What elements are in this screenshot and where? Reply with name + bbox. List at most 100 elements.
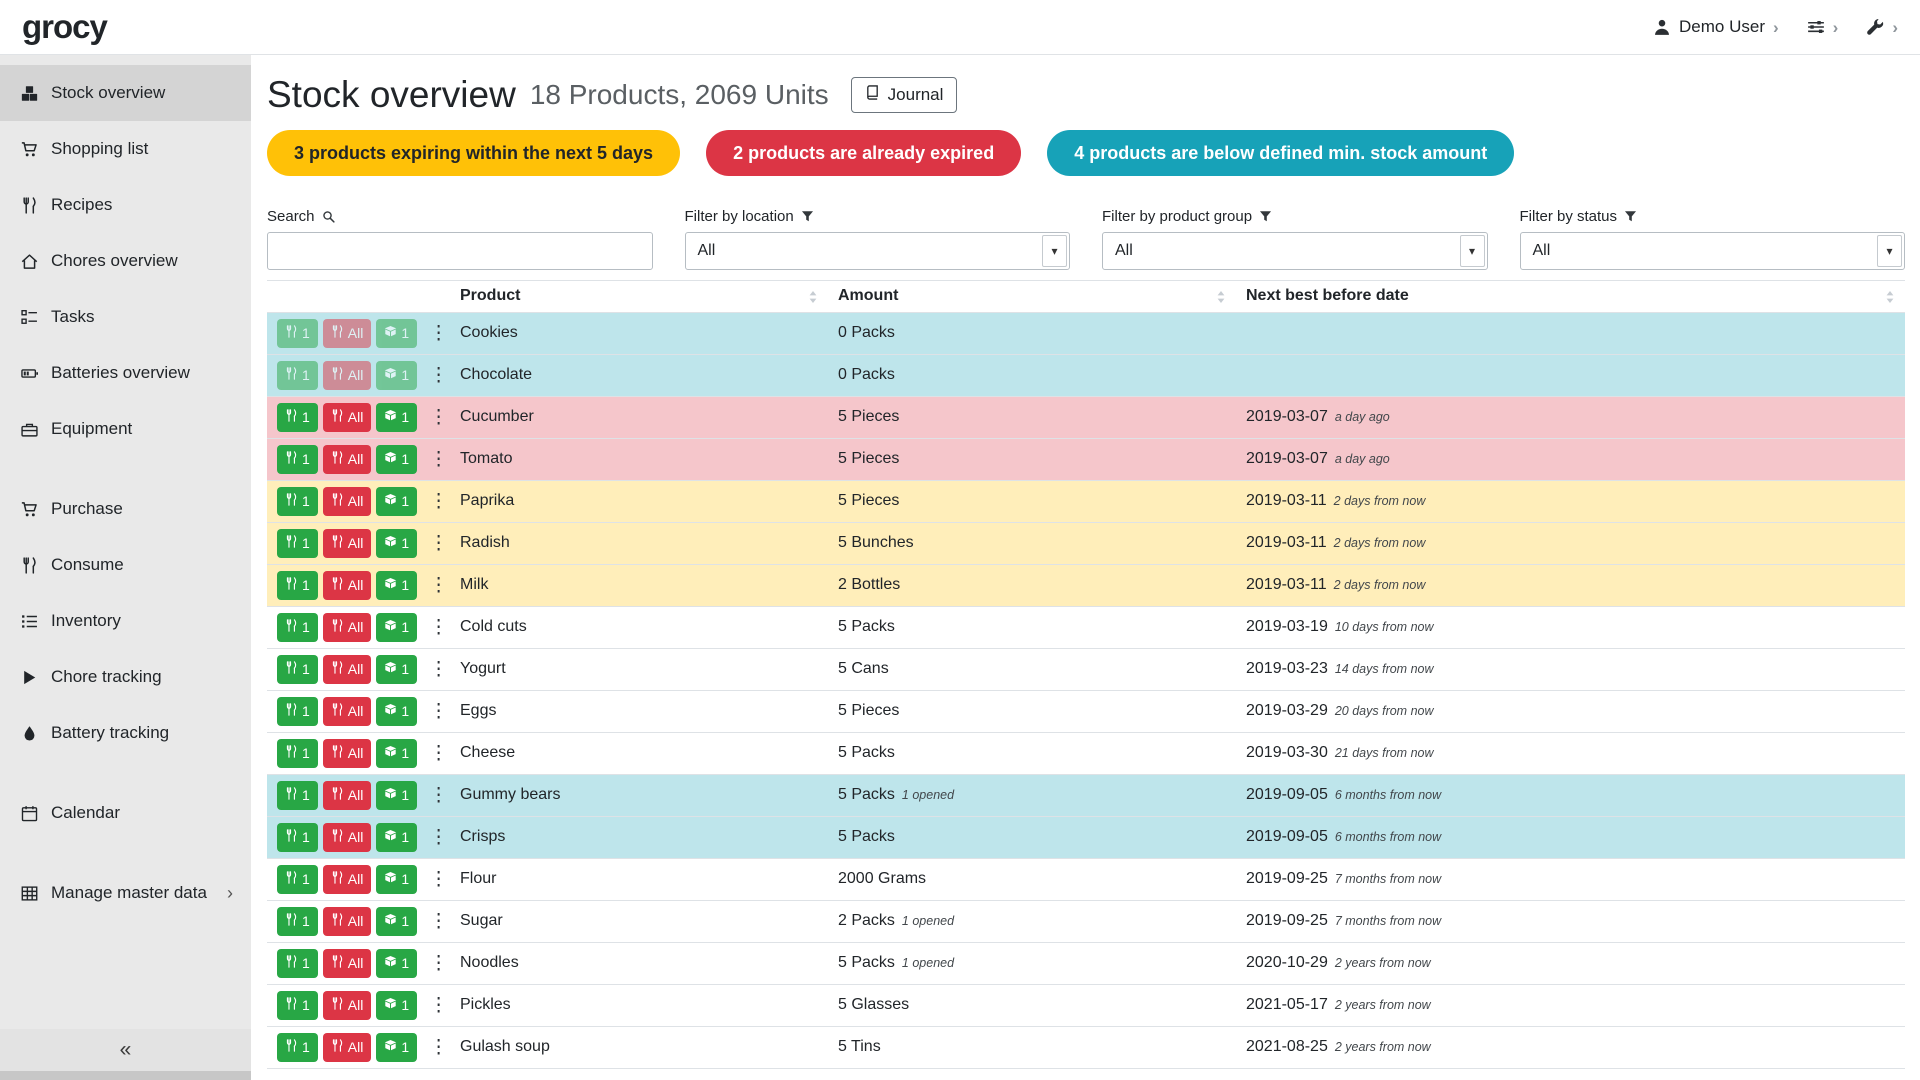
row-menu-button[interactable]: ⋮ (423, 613, 450, 642)
consume-all-button[interactable]: All (323, 907, 372, 936)
sidebar-item-shopping-list[interactable]: Shopping list (0, 121, 251, 177)
consume-all-button[interactable]: All (323, 487, 372, 516)
search-input[interactable] (267, 232, 653, 270)
consume-one-button[interactable]: 1 (277, 697, 318, 726)
sidebar-item-consume[interactable]: Consume (0, 537, 251, 593)
open-one-button[interactable]: 1 (376, 991, 417, 1020)
sidebar-item-purchase[interactable]: Purchase (0, 481, 251, 537)
row-menu-button[interactable]: ⋮ (423, 949, 450, 978)
consume-all-button[interactable]: All (323, 991, 372, 1020)
consume-all-button[interactable]: All (323, 571, 372, 600)
row-menu-button[interactable]: ⋮ (423, 445, 450, 474)
user-menu[interactable]: Demo User › (1653, 17, 1779, 37)
consume-one-button[interactable]: 1 (277, 319, 318, 348)
consume-all-button[interactable]: All (323, 445, 372, 474)
alert-below-min-stock[interactable]: 4 products are below defined min. stock … (1047, 130, 1514, 176)
sidebar-item-batteries-overview[interactable]: Batteries overview (0, 345, 251, 401)
consume-all-button[interactable]: All (323, 319, 372, 348)
journal-button[interactable]: Journal (851, 77, 958, 113)
sidebar-item-manage-master-data[interactable]: Manage master data › (0, 865, 251, 921)
row-menu-button[interactable]: ⋮ (423, 571, 450, 600)
consume-all-button[interactable]: All (323, 781, 372, 810)
open-one-button[interactable]: 1 (376, 823, 417, 852)
open-one-button[interactable]: 1 (376, 613, 417, 642)
consume-one-button[interactable]: 1 (277, 1033, 318, 1062)
column-product[interactable]: Product (450, 280, 828, 312)
open-one-button[interactable]: 1 (376, 697, 417, 726)
consume-one-button[interactable]: 1 (277, 907, 318, 936)
consume-all-button[interactable]: All (323, 403, 372, 432)
open-one-button[interactable]: 1 (376, 655, 417, 684)
alert-expiring[interactable]: 3 products expiring within the next 5 da… (267, 130, 680, 176)
consume-all-button[interactable]: All (323, 1033, 372, 1062)
row-menu-button[interactable]: ⋮ (423, 403, 450, 432)
settings-menu[interactable]: › (1807, 18, 1839, 36)
row-menu-button[interactable]: ⋮ (423, 1033, 450, 1062)
row-menu-button[interactable]: ⋮ (423, 823, 450, 852)
collapse-sidebar-button[interactable]: « (0, 1029, 251, 1071)
open-one-button[interactable]: 1 (376, 865, 417, 894)
sidebar-item-battery-tracking[interactable]: Battery tracking (0, 705, 251, 761)
sidebar-item-chores-overview[interactable]: Chores overview (0, 233, 251, 289)
open-one-button[interactable]: 1 (376, 529, 417, 558)
column-amount[interactable]: Amount (828, 280, 1236, 312)
consume-one-button[interactable]: 1 (277, 949, 318, 978)
open-one-button[interactable]: 1 (376, 361, 417, 390)
consume-one-button[interactable]: 1 (277, 823, 318, 852)
consume-all-button[interactable]: All (323, 865, 372, 894)
row-menu-button[interactable]: ⋮ (423, 865, 450, 894)
consume-all-button[interactable]: All (323, 949, 372, 978)
row-menu-button[interactable]: ⋮ (423, 361, 450, 390)
consume-one-button[interactable]: 1 (277, 361, 318, 390)
product-group-filter-select[interactable]: All ▾ (1102, 232, 1488, 270)
status-filter-select[interactable]: All ▾ (1520, 232, 1906, 270)
row-menu-button[interactable]: ⋮ (423, 319, 450, 348)
sidebar-item-inventory[interactable]: Inventory (0, 593, 251, 649)
open-one-button[interactable]: 1 (376, 739, 417, 768)
row-menu-button[interactable]: ⋮ (423, 529, 450, 558)
open-one-button[interactable]: 1 (376, 949, 417, 978)
consume-all-button[interactable]: All (323, 361, 372, 390)
consume-one-button[interactable]: 1 (277, 445, 318, 474)
open-one-button[interactable]: 1 (376, 487, 417, 516)
consume-all-button[interactable]: All (323, 529, 372, 558)
consume-all-button[interactable]: All (323, 613, 372, 642)
consume-one-button[interactable]: 1 (277, 991, 318, 1020)
consume-one-button[interactable]: 1 (277, 403, 318, 432)
column-best-before-date[interactable]: Next best before date (1236, 280, 1905, 312)
consume-all-button[interactable]: All (323, 739, 372, 768)
consume-one-button[interactable]: 1 (277, 613, 318, 642)
app-logo[interactable]: grocy (22, 8, 107, 46)
open-one-button[interactable]: 1 (376, 571, 417, 600)
sidebar-item-recipes[interactable]: Recipes (0, 177, 251, 233)
consume-one-button[interactable]: 1 (277, 487, 318, 516)
row-menu-button[interactable]: ⋮ (423, 781, 450, 810)
sidebar-item-chore-tracking[interactable]: Chore tracking (0, 649, 251, 705)
admin-menu[interactable]: › (1866, 18, 1898, 36)
location-filter-select[interactable]: All ▾ (685, 232, 1071, 270)
row-menu-button[interactable]: ⋮ (423, 991, 450, 1020)
consume-one-button[interactable]: 1 (277, 739, 318, 768)
consume-all-button[interactable]: All (323, 655, 372, 684)
consume-one-button[interactable]: 1 (277, 781, 318, 810)
open-one-button[interactable]: 1 (376, 1033, 417, 1062)
consume-one-button[interactable]: 1 (277, 865, 318, 894)
sidebar-item-calendar[interactable]: Calendar (0, 785, 251, 841)
consume-one-button[interactable]: 1 (277, 571, 318, 600)
row-menu-button[interactable]: ⋮ (423, 907, 450, 936)
consume-one-button[interactable]: 1 (277, 529, 318, 558)
open-one-button[interactable]: 1 (376, 781, 417, 810)
open-one-button[interactable]: 1 (376, 319, 417, 348)
consume-all-button[interactable]: All (323, 823, 372, 852)
sidebar-item-tasks[interactable]: Tasks (0, 289, 251, 345)
open-one-button[interactable]: 1 (376, 907, 417, 936)
consume-all-button[interactable]: All (323, 697, 372, 726)
row-menu-button[interactable]: ⋮ (423, 655, 450, 684)
open-one-button[interactable]: 1 (376, 403, 417, 432)
row-menu-button[interactable]: ⋮ (423, 739, 450, 768)
open-one-button[interactable]: 1 (376, 445, 417, 474)
consume-one-button[interactable]: 1 (277, 655, 318, 684)
sidebar-item-equipment[interactable]: Equipment (0, 401, 251, 457)
row-menu-button[interactable]: ⋮ (423, 487, 450, 516)
row-menu-button[interactable]: ⋮ (423, 697, 450, 726)
